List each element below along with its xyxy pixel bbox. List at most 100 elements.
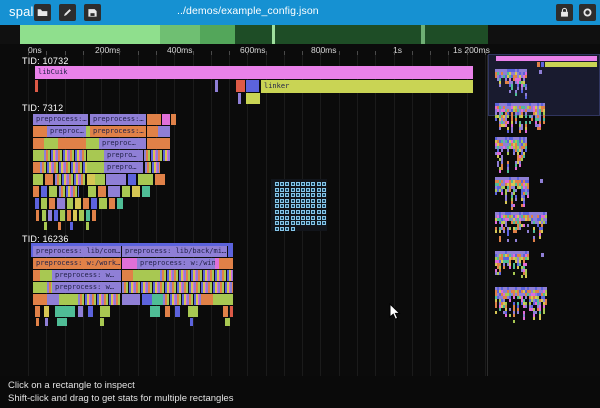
flame-rectangle[interactable] bbox=[44, 222, 47, 230]
flame-rectangle[interactable] bbox=[35, 80, 38, 92]
flame-rectangle[interactable] bbox=[33, 150, 44, 161]
flame-rectangle[interactable] bbox=[109, 198, 115, 209]
flame-rectangle[interactable]: preprocess: lib/com… bbox=[33, 246, 121, 257]
flame-rectangle[interactable] bbox=[230, 306, 233, 317]
flame-rectangle[interactable] bbox=[33, 270, 40, 281]
flame-rectangle[interactable] bbox=[219, 258, 233, 269]
flame-rectangle[interactable] bbox=[33, 294, 47, 305]
flame-rectangle[interactable] bbox=[142, 186, 150, 197]
flame-rectangle[interactable] bbox=[188, 306, 198, 317]
flame-rectangle[interactable] bbox=[67, 198, 73, 209]
flame-rectangle[interactable] bbox=[70, 222, 73, 230]
flame-rectangle[interactable] bbox=[147, 126, 158, 137]
flame-rectangle[interactable] bbox=[92, 210, 96, 221]
flame-rectangle[interactable] bbox=[42, 210, 46, 221]
flame-rectangle[interactable]: libCuik bbox=[35, 66, 473, 79]
flame-rectangle[interactable] bbox=[122, 270, 133, 281]
flame-rectangle[interactable] bbox=[59, 186, 79, 197]
flame-rectangle[interactable] bbox=[40, 270, 52, 281]
flame-rectangle[interactable] bbox=[35, 306, 40, 317]
flame-rectangle[interactable] bbox=[33, 126, 47, 137]
flame-rectangle[interactable] bbox=[49, 198, 55, 209]
flame-rectangle[interactable] bbox=[160, 270, 233, 281]
flame-rectangle[interactable] bbox=[99, 198, 107, 209]
flame-rectangle[interactable] bbox=[86, 210, 90, 221]
flame-rectangle[interactable] bbox=[60, 210, 65, 221]
flame-rectangle[interactable] bbox=[57, 198, 65, 209]
flame-rectangle[interactable] bbox=[79, 210, 84, 221]
flame-rectangle[interactable] bbox=[228, 246, 233, 257]
flame-rectangle[interactable] bbox=[45, 174, 53, 185]
edit-button[interactable] bbox=[59, 4, 76, 21]
flame-rectangle[interactable] bbox=[87, 150, 104, 161]
flame-rectangle[interactable] bbox=[100, 318, 104, 326]
flame-rectangle[interactable] bbox=[108, 186, 120, 197]
flame-rectangle[interactable] bbox=[152, 294, 163, 305]
flame-rectangle[interactable] bbox=[86, 138, 99, 149]
flame-rectangle[interactable] bbox=[88, 186, 96, 197]
flame-rectangle[interactable]: preprocess: w… bbox=[52, 282, 121, 293]
flame-rectangle[interactable]: preprocess:… bbox=[33, 114, 88, 125]
flame-rectangle[interactable] bbox=[122, 258, 137, 269]
flame-rectangle[interactable] bbox=[33, 282, 47, 293]
flame-rectangle[interactable] bbox=[36, 210, 39, 221]
flame-rectangle[interactable] bbox=[35, 198, 39, 209]
flame-rectangle[interactable] bbox=[190, 318, 193, 326]
flame-rectangle[interactable] bbox=[33, 162, 40, 173]
flame-rectangle[interactable] bbox=[147, 114, 161, 125]
flame-rectangle[interactable] bbox=[58, 138, 86, 149]
flame-rectangle[interactable] bbox=[142, 294, 152, 305]
flame-rectangle[interactable] bbox=[163, 294, 203, 305]
flame-rectangle[interactable] bbox=[41, 186, 47, 197]
flame-rectangle[interactable] bbox=[75, 198, 81, 209]
flame-rectangle[interactable] bbox=[158, 126, 170, 137]
flame-rectangle[interactable] bbox=[86, 222, 89, 230]
flame-rectangle[interactable] bbox=[78, 294, 120, 305]
flame-rectangle[interactable] bbox=[236, 80, 245, 92]
flame-rectangle[interactable] bbox=[122, 186, 130, 197]
flame-rectangle[interactable] bbox=[40, 162, 87, 173]
flame-rectangle[interactable]: linker bbox=[261, 80, 473, 93]
flame-rectangle[interactable] bbox=[133, 270, 160, 281]
flame-rectangle[interactable] bbox=[203, 294, 213, 305]
flame-rectangle[interactable]: preprocess: lib/back/mi… bbox=[122, 246, 227, 257]
flame-rectangle[interactable] bbox=[67, 210, 71, 221]
flame-rectangle[interactable] bbox=[246, 80, 259, 92]
flame-rectangle[interactable] bbox=[95, 174, 105, 185]
flame-rectangle[interactable] bbox=[246, 93, 260, 104]
flame-rectangle[interactable] bbox=[44, 306, 49, 317]
settings-button[interactable] bbox=[579, 4, 596, 21]
flame-rectangle[interactable] bbox=[55, 306, 75, 317]
flame-rectangle[interactable] bbox=[162, 114, 170, 125]
flame-rectangle[interactable] bbox=[225, 318, 230, 326]
open-file-button[interactable] bbox=[34, 4, 51, 21]
flame-rectangle[interactable] bbox=[49, 186, 57, 197]
flame-rectangle[interactable] bbox=[132, 186, 140, 197]
flame-rectangle[interactable] bbox=[41, 198, 47, 209]
flame-rectangle[interactable] bbox=[122, 294, 140, 305]
flame-rectangle[interactable]: preproc… bbox=[47, 126, 86, 137]
flame-rectangle[interactable] bbox=[33, 186, 39, 197]
flame-rectangle[interactable] bbox=[215, 80, 218, 92]
save-button[interactable] bbox=[84, 4, 101, 21]
flame-rectangle[interactable] bbox=[171, 114, 176, 125]
flame-rectangle[interactable] bbox=[58, 222, 61, 230]
flame-rectangle[interactable] bbox=[73, 210, 77, 221]
flame-rectangle[interactable] bbox=[147, 138, 170, 149]
flame-rectangle[interactable] bbox=[44, 138, 58, 149]
flame-rectangle[interactable] bbox=[54, 210, 58, 221]
flame-rectangle[interactable] bbox=[117, 198, 123, 209]
activity-overview-strip[interactable] bbox=[0, 25, 600, 44]
flame-rectangle[interactable]: preprocess: w… bbox=[52, 270, 121, 281]
flame-rectangle[interactable]: prepro… bbox=[104, 162, 143, 173]
flame-rectangle[interactable] bbox=[213, 294, 233, 305]
flame-rectangle[interactable]: prepro… bbox=[104, 150, 143, 161]
flame-rectangle[interactable] bbox=[223, 306, 228, 317]
flame-rectangle[interactable] bbox=[138, 174, 153, 185]
flame-rectangle[interactable] bbox=[144, 150, 170, 161]
flame-rectangle[interactable] bbox=[100, 306, 110, 317]
flame-rectangle[interactable] bbox=[150, 306, 160, 317]
flame-rectangle[interactable] bbox=[36, 318, 39, 326]
flame-rectangle[interactable] bbox=[87, 162, 104, 173]
flame-rectangle[interactable] bbox=[238, 93, 241, 104]
